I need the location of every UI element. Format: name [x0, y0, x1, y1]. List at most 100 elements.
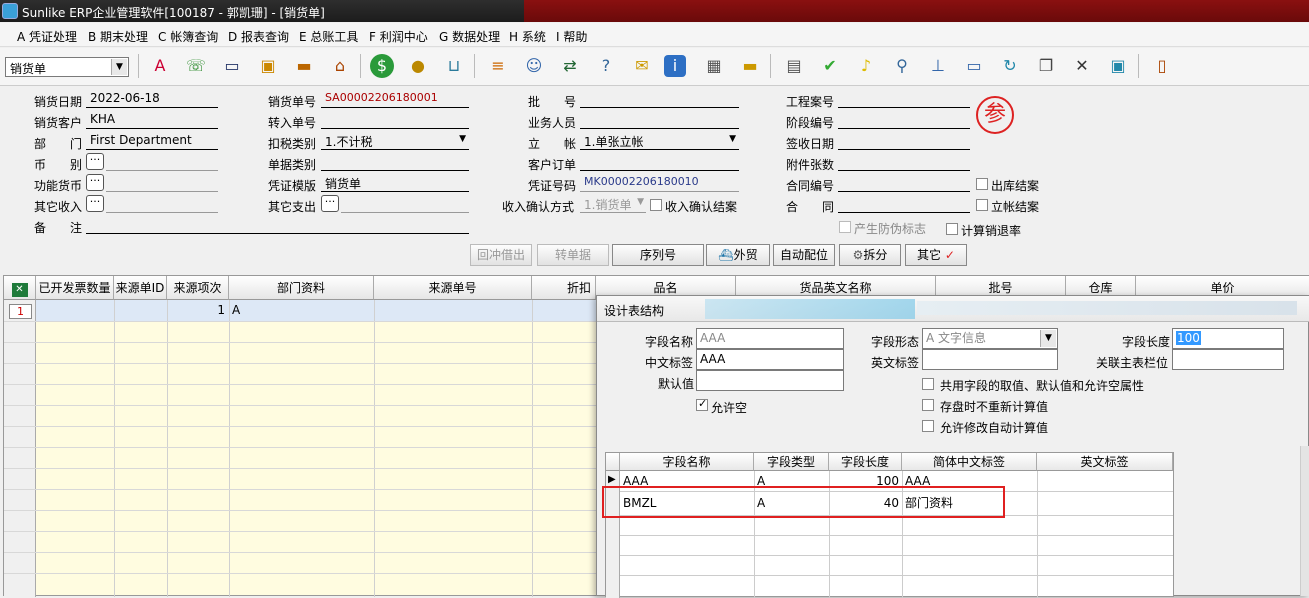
- dialog-title-bar[interactable]: 设计表结构: [597, 296, 1309, 322]
- spell-check-icon[interactable]: A: [146, 52, 174, 80]
- close-icon[interactable]: ✕: [1068, 52, 1096, 80]
- column-header[interactable]: 来源单号: [374, 276, 532, 300]
- cart-icon[interactable]: ⊔: [440, 52, 468, 80]
- return-rate-checkbox[interactable]: [946, 223, 958, 235]
- column-header[interactable]: 已开发票数量: [36, 276, 114, 300]
- help-icon[interactable]: ?: [592, 52, 620, 80]
- column-header[interactable]: 英文标签: [1037, 453, 1173, 471]
- folder-icon[interactable]: ▬: [736, 52, 764, 80]
- row-seq-cell[interactable]: 1: [167, 303, 225, 317]
- allow-null-checkbox[interactable]: [696, 397, 708, 411]
- excel-icon[interactable]: ✕: [4, 276, 36, 300]
- stage-no-field[interactable]: [838, 112, 970, 129]
- sale-no-field[interactable]: SA00002206180001: [321, 91, 469, 108]
- field-type-select[interactable]: A 文字信息 ▼: [922, 328, 1058, 349]
- menu-system[interactable]: H 系统: [509, 28, 546, 45]
- currency-picker-button[interactable]: ···: [86, 153, 104, 170]
- chevron-down-icon[interactable]: ▼: [729, 134, 736, 144]
- share-checkbox[interactable]: [922, 378, 934, 390]
- table-row[interactable]: [36, 300, 596, 321]
- remark-field[interactable]: [86, 217, 469, 234]
- project-no-field[interactable]: [838, 91, 970, 108]
- info-icon[interactable]: i: [664, 55, 686, 77]
- refresh-icon[interactable]: ↻: [996, 52, 1024, 80]
- other-expense-picker-button[interactable]: ···: [321, 195, 339, 212]
- income-confirm-close-checkbox[interactable]: [650, 199, 662, 211]
- row-dept-cell[interactable]: A: [232, 303, 240, 317]
- menu-profit-center[interactable]: F 利润中心: [369, 28, 428, 45]
- contract-field[interactable]: [838, 196, 970, 213]
- salesman-field[interactable]: [580, 112, 739, 129]
- ship-close-checkbox[interactable]: [976, 178, 988, 190]
- func-currency-picker-button[interactable]: ···: [86, 174, 104, 191]
- field-length-input[interactable]: 100: [1172, 328, 1284, 349]
- contract-no-field[interactable]: [838, 175, 970, 192]
- org-chart-icon[interactable]: ⊥: [924, 52, 952, 80]
- users-icon[interactable]: ☺: [520, 52, 548, 80]
- chevron-down-icon[interactable]: ▼: [111, 59, 127, 75]
- lock-icon[interactable]: ▣: [254, 52, 282, 80]
- column-header[interactable]: 来源单ID: [114, 276, 167, 300]
- other-income-field[interactable]: [106, 196, 218, 213]
- no-recalc-checkbox[interactable]: [922, 399, 934, 411]
- menu-ledger-query[interactable]: C 帐簿查询: [158, 28, 218, 45]
- doc-type-select[interactable]: 销货单 ▼: [5, 57, 129, 77]
- menu-gl-tools[interactable]: E 总账工具: [299, 28, 358, 45]
- link-icon[interactable]: ⇄: [556, 52, 584, 80]
- calculator-icon[interactable]: ▦: [700, 52, 728, 80]
- menu-data-processing[interactable]: G 数据处理: [439, 28, 500, 45]
- windows-icon[interactable]: ❐: [1032, 52, 1060, 80]
- column-header[interactable]: 字段长度: [829, 453, 902, 471]
- cn-label-input[interactable]: AAA: [696, 349, 844, 370]
- home-icon[interactable]: ⌂: [326, 52, 354, 80]
- menu-report-query[interactable]: D 报表查询: [228, 28, 289, 45]
- column-header[interactable]: 折扣: [532, 276, 596, 300]
- dollar-icon[interactable]: $: [370, 54, 394, 78]
- check-icon[interactable]: ✔: [816, 52, 844, 80]
- batch-no-field[interactable]: [580, 91, 739, 108]
- column-header[interactable]: 字段类型: [754, 453, 829, 471]
- return-borrow-button[interactable]: 回冲借出: [470, 244, 532, 266]
- voucher-template-field[interactable]: 销货单: [321, 175, 469, 192]
- currency-field[interactable]: [106, 154, 218, 171]
- column-header[interactable]: 字段名称: [620, 453, 754, 471]
- customer-order-field[interactable]: [580, 154, 739, 171]
- other-button[interactable]: 其它 ✓: [905, 244, 967, 266]
- restore-icon[interactable]: ▣: [1104, 52, 1132, 80]
- menu-period-end[interactable]: B 期末处理: [88, 28, 148, 45]
- doc-category-field[interactable]: [321, 154, 469, 171]
- allow-edit-checkbox[interactable]: [922, 420, 934, 432]
- dept-field[interactable]: First Department: [86, 133, 218, 150]
- row-number[interactable]: 1: [9, 304, 32, 319]
- vertical-scrollbar[interactable]: [1300, 446, 1309, 596]
- split-button[interactable]: ⚙拆分: [839, 244, 901, 266]
- column-header[interactable]: 部门资料: [229, 276, 374, 300]
- account-select[interactable]: 1.单张立帐 ▼: [580, 133, 739, 150]
- serial-no-button[interactable]: 序列号: [612, 244, 704, 266]
- foreign-trade-button[interactable]: ⛴外贸: [706, 244, 770, 266]
- document-icon[interactable]: ▤: [780, 52, 808, 80]
- menu-help[interactable]: I 帮助: [556, 28, 587, 45]
- phone-icon[interactable]: ☏: [182, 52, 210, 80]
- other-expense-field[interactable]: [341, 196, 469, 213]
- exit-icon[interactable]: ▯: [1148, 52, 1176, 80]
- chevron-down-icon[interactable]: ▼: [459, 134, 466, 144]
- transfer-no-field[interactable]: [321, 112, 469, 129]
- field-name-input[interactable]: AAA: [696, 328, 844, 349]
- account-close-checkbox[interactable]: [976, 199, 988, 211]
- monitor-icon[interactable]: ▭: [960, 52, 988, 80]
- chevron-down-icon[interactable]: ▼: [1040, 330, 1056, 347]
- main-link-input[interactable]: [1172, 349, 1284, 370]
- column-header[interactable]: 简体中文标签: [902, 453, 1037, 471]
- column-header[interactable]: 来源项次: [167, 276, 229, 300]
- customer-field[interactable]: KHA: [86, 112, 218, 129]
- search-icon[interactable]: ⚲: [888, 52, 916, 80]
- clipboard-icon[interactable]: ≡: [484, 52, 512, 80]
- other-income-picker-button[interactable]: ···: [86, 195, 104, 212]
- en-label-input[interactable]: [922, 349, 1058, 370]
- receipt-date-field[interactable]: [838, 133, 970, 150]
- computer-icon[interactable]: ▭: [218, 52, 246, 80]
- bell-icon[interactable]: ♪: [852, 52, 880, 80]
- tax-type-select[interactable]: 1.不计税 ▼: [321, 133, 469, 150]
- func-currency-field[interactable]: [106, 175, 218, 192]
